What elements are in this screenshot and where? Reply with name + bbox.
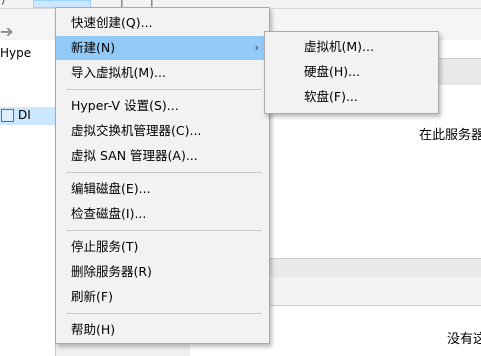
submenu-item-hard-disk[interactable]: 硬盘(H)... [265, 60, 438, 84]
menu-item-quick-create[interactable]: 快速创建(Q)... [56, 11, 269, 35]
menu-item-stop-service[interactable]: 停止服务(T) [56, 235, 269, 259]
menu-separator [66, 172, 262, 173]
menu-item-virtual-san-manager[interactable]: 虚拟 SAN 管理器(A)... [56, 144, 269, 168]
menu-item-edit-disk[interactable]: 编辑磁盘(E)... [56, 177, 269, 201]
menu-item-label: 新建(N) [71, 40, 116, 55]
menu-item-label: Hyper-V 设置(S)... [71, 98, 179, 113]
menu-item-label: 帮助(H) [71, 322, 116, 337]
panel-header-2 [265, 258, 481, 278]
menu-item-label: 导入虚拟机(M)... [71, 65, 166, 80]
tree-root-label[interactable]: Hype [0, 46, 31, 60]
menu-item-label: 编辑磁盘(E)... [71, 181, 151, 196]
menu-item-refresh[interactable]: 刷新(F) [56, 285, 269, 309]
menu-item-label: 硬盘(H)... [304, 64, 361, 79]
menu-item-new[interactable]: 新建(N) › [56, 36, 269, 60]
menu-item-import-vm[interactable]: 导入虚拟机(M)... [56, 61, 269, 85]
submenu-arrow-icon: › [254, 41, 259, 54]
menu-item-label: 虚拟交换机管理器(C)... [71, 123, 202, 138]
submenu-item-floppy-disk[interactable]: 软盘(F)... [265, 85, 438, 109]
menu-separator [66, 89, 262, 90]
menubar-fragment[interactable]: | [120, 0, 124, 7]
server-icon [1, 109, 14, 122]
menu-item-hyperv-settings[interactable]: Hyper-V 设置(S)... [56, 94, 269, 118]
menubar-fragment[interactable]: | [150, 0, 154, 7]
navigation-tree: Hype DI [0, 40, 56, 356]
menu-item-label: 快速创建(Q)... [71, 15, 153, 30]
menu-item-inspect-disk[interactable]: 检查磁盘(I)... [56, 202, 269, 226]
menu-separator [66, 230, 262, 231]
new-submenu: 虚拟机(M)... 硬盘(H)... 软盘(F)... [264, 31, 439, 114]
menu-item-label: 虚拟 SAN 管理器(A)... [71, 148, 198, 163]
menu-item-label: 软盘(F)... [304, 89, 358, 104]
menu-item-help[interactable]: 帮助(H) [56, 318, 269, 342]
menu-item-label: 检查磁盘(I)... [71, 206, 147, 221]
menu-item-label: 删除服务器(R) [71, 264, 152, 279]
menu-separator [66, 313, 262, 314]
menu-item-remove-server[interactable]: 删除服务器(R) [56, 260, 269, 284]
menubar-fragment[interactable]: / [2, 0, 6, 7]
menu-item-label: 虚拟机(M)... [304, 39, 374, 54]
action-context-menu: 快速创建(Q)... 新建(N) › 导入虚拟机(M)... Hyper-V 设… [55, 7, 270, 344]
empty-message: 在此服务器 [419, 128, 481, 143]
panel-header-3 [265, 277, 481, 306]
menu-item-label: 刷新(F) [71, 289, 113, 304]
tree-node-server[interactable]: DI [0, 107, 55, 125]
submenu-item-virtual-machine[interactable]: 虚拟机(M)... [265, 35, 438, 59]
empty-message-2: 没有这 [447, 332, 481, 347]
menu-item-label: 停止服务(T) [71, 239, 139, 254]
tree-node-label: DI [18, 108, 31, 122]
forward-arrow-icon[interactable]: ➔ [0, 22, 13, 41]
menu-item-virtual-switch-manager[interactable]: 虚拟交换机管理器(C)... [56, 119, 269, 143]
